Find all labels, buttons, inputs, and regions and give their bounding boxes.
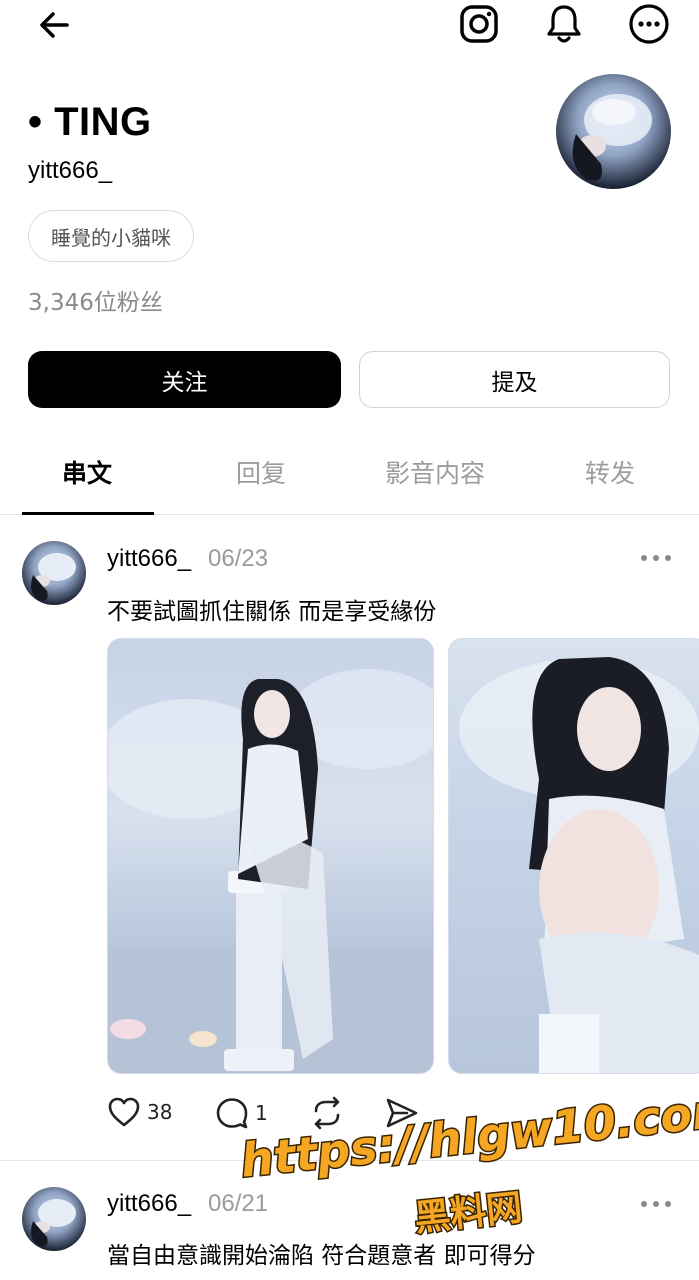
more-horizontal-icon bbox=[629, 4, 669, 44]
post-author[interactable]: yitt666_ bbox=[107, 1190, 191, 1218]
tab-replies[interactable]: 回复 bbox=[236, 454, 286, 490]
post-more-button[interactable] bbox=[636, 548, 676, 568]
heart-icon bbox=[108, 1097, 140, 1127]
avatar-image bbox=[31, 1199, 76, 1247]
arrow-left-icon bbox=[40, 12, 69, 38]
profile-display-name: • TING bbox=[28, 100, 152, 144]
post-image[interactable] bbox=[448, 638, 699, 1074]
post-avatar[interactable] bbox=[22, 541, 86, 605]
watermark-site-name: 黑料网 bbox=[411, 1186, 526, 1241]
mention-button[interactable]: 提及 bbox=[359, 351, 670, 408]
tab-media[interactable]: 影音内容 bbox=[385, 454, 485, 490]
post-text: 當自由意識開始淪陷 符合題意者 即可得分 bbox=[107, 1243, 536, 1269]
instagram-icon bbox=[460, 5, 498, 43]
post-author[interactable]: yitt666_ bbox=[107, 545, 191, 573]
profile-tabs: 串文 回复 影音内容 转发 bbox=[0, 440, 699, 515]
instagram-button[interactable] bbox=[454, 0, 504, 48]
post-avatar[interactable] bbox=[22, 1187, 86, 1251]
followers-count[interactable]: 3,346位粉丝 bbox=[28, 283, 163, 317]
follow-button[interactable]: 关注 bbox=[28, 351, 341, 408]
active-tab-indicator bbox=[22, 512, 154, 515]
photo-illustration bbox=[459, 657, 699, 1073]
avatar-image bbox=[31, 553, 76, 601]
back-button[interactable] bbox=[30, 4, 78, 46]
post-text: 不要試圖抓住關係 而是享受緣份 bbox=[107, 599, 437, 625]
tab-reposts[interactable]: 转发 bbox=[585, 454, 635, 490]
watermark-url: https://hlgw10.com bbox=[236, 1080, 699, 1189]
bio-chip[interactable]: 睡覺的小貓咪 bbox=[28, 210, 194, 262]
like-button[interactable]: 38 bbox=[107, 1096, 172, 1128]
top-bar bbox=[0, 0, 699, 50]
profile-avatar[interactable] bbox=[556, 74, 671, 189]
post-image[interactable] bbox=[107, 638, 434, 1074]
like-count: 38 bbox=[147, 1100, 173, 1124]
profile-handle: yitt666_ bbox=[28, 157, 113, 184]
watermark: https://hlgw10.com 黑料网 bbox=[236, 1080, 699, 1241]
tab-threads[interactable]: 串文 bbox=[62, 454, 112, 490]
avatar-image bbox=[572, 94, 652, 181]
photo-illustration bbox=[108, 669, 433, 1073]
post-date: 06/23 bbox=[208, 545, 269, 572]
more-dots-icon bbox=[641, 555, 671, 561]
more-options-button[interactable] bbox=[624, 0, 674, 48]
bell-icon bbox=[547, 5, 581, 43]
notification-button[interactable] bbox=[540, 0, 588, 48]
